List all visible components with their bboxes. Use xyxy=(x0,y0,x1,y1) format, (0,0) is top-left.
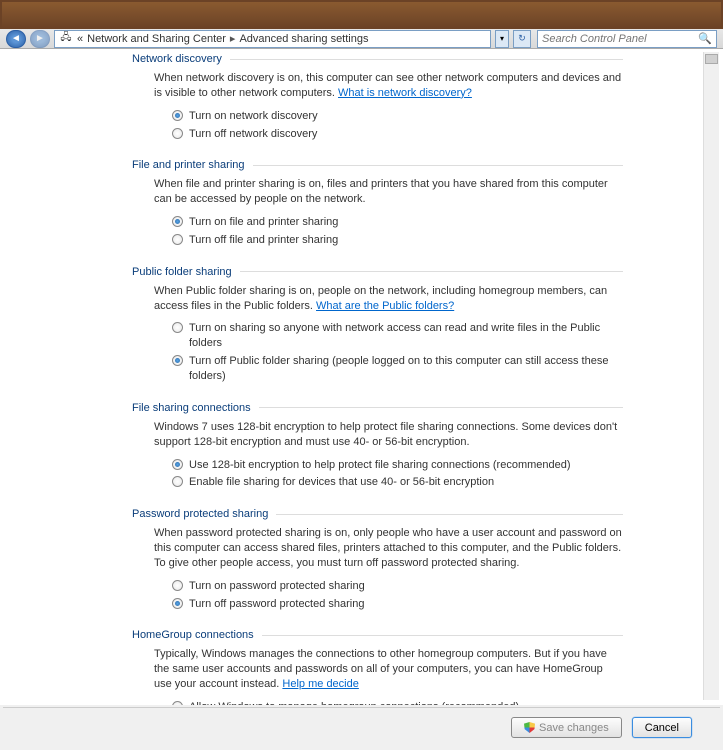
radio-label[interactable]: Turn off password protected sharing xyxy=(189,597,364,612)
breadcrumb-sep: « xyxy=(77,33,83,45)
section-description: When network discovery is on, this compu… xyxy=(154,71,623,101)
radio-label[interactable]: Turn off file and printer sharing xyxy=(189,233,338,248)
section-title: Network discovery xyxy=(132,53,222,65)
radio-password-off[interactable] xyxy=(172,598,183,609)
section-network-discovery: Network discovery When network discovery… xyxy=(138,53,623,141)
section-homegroup-connections: HomeGroup connections Typically, Windows… xyxy=(138,629,623,705)
scrollbar[interactable] xyxy=(703,52,719,700)
radio-label[interactable]: Turn on network discovery xyxy=(189,109,318,124)
search-box[interactable]: 🔍 xyxy=(537,30,717,48)
main-content: Network discovery When network discovery… xyxy=(0,49,723,705)
radio-label[interactable]: Allow Windows to manage homegroup connec… xyxy=(189,700,519,705)
radio-file-printer-off[interactable] xyxy=(172,234,183,245)
section-title: HomeGroup connections xyxy=(132,629,254,641)
breadcrumb-sep: ▸ xyxy=(230,32,236,45)
scroll-thumb[interactable] xyxy=(705,54,718,64)
radio-encryption-40-56[interactable] xyxy=(172,476,183,487)
search-icon: 🔍 xyxy=(698,32,712,45)
section-file-sharing-connections: File sharing connections Windows 7 uses … xyxy=(138,402,623,490)
section-description: When password protected sharing is on, o… xyxy=(154,526,623,571)
radio-label[interactable]: Turn off Public folder sharing (people l… xyxy=(189,354,623,384)
back-button[interactable]: ◄ xyxy=(6,30,26,48)
breadcrumb-item-nsc[interactable]: Network and Sharing Center xyxy=(87,33,226,45)
radio-homegroup-windows[interactable] xyxy=(172,701,183,705)
control-panel-icon: 🖧 xyxy=(59,32,73,46)
radio-file-printer-on[interactable] xyxy=(172,216,183,227)
section-public-folder-sharing: Public folder sharing When Public folder… xyxy=(138,266,623,384)
link-help-me-decide[interactable]: Help me decide xyxy=(282,678,358,690)
shield-icon xyxy=(524,722,535,733)
address-bar: ◄ ► 🖧 « Network and Sharing Center ▸ Adv… xyxy=(0,29,723,49)
radio-label[interactable]: Use 128-bit encryption to help protect f… xyxy=(189,458,571,473)
radio-encryption-128[interactable] xyxy=(172,459,183,470)
section-description: Windows 7 uses 128-bit encryption to hel… xyxy=(154,420,623,450)
link-what-is-network-discovery[interactable]: What is network discovery? xyxy=(338,87,472,99)
radio-label[interactable]: Enable file sharing for devices that use… xyxy=(189,475,494,490)
section-title: File and printer sharing xyxy=(132,159,245,171)
radio-network-discovery-off[interactable] xyxy=(172,128,183,139)
radio-label[interactable]: Turn on file and printer sharing xyxy=(189,215,338,230)
forward-button[interactable]: ► xyxy=(30,30,50,48)
radio-public-folder-on[interactable] xyxy=(172,322,183,333)
section-title: File sharing connections xyxy=(132,402,251,414)
radio-network-discovery-on[interactable] xyxy=(172,110,183,121)
radio-password-on[interactable] xyxy=(172,580,183,591)
breadcrumb-item-advanced[interactable]: Advanced sharing settings xyxy=(239,33,368,45)
search-input[interactable] xyxy=(542,33,698,45)
section-description: When file and printer sharing is on, fil… xyxy=(154,177,623,207)
radio-public-folder-off[interactable] xyxy=(172,355,183,366)
save-changes-button[interactable]: Save changes xyxy=(511,717,622,738)
link-what-are-public-folders[interactable]: What are the Public folders? xyxy=(316,300,454,312)
section-title: Password protected sharing xyxy=(132,508,268,520)
breadcrumb[interactable]: 🖧 « Network and Sharing Center ▸ Advance… xyxy=(54,30,491,48)
radio-label[interactable]: Turn on password protected sharing xyxy=(189,579,365,594)
path-dropdown[interactable]: ▾ xyxy=(495,30,509,48)
section-description: Typically, Windows manages the connectio… xyxy=(154,647,623,692)
radio-label[interactable]: Turn off network discovery xyxy=(189,127,317,142)
section-title: Public folder sharing xyxy=(132,266,232,278)
radio-label[interactable]: Turn on sharing so anyone with network a… xyxy=(189,321,623,351)
footer: Save changes Cancel xyxy=(3,707,720,747)
section-description: When Public folder sharing is on, people… xyxy=(154,284,623,314)
section-password-protected-sharing: Password protected sharing When password… xyxy=(138,508,623,611)
section-file-printer-sharing: File and printer sharing When file and p… xyxy=(138,159,623,247)
cancel-button[interactable]: Cancel xyxy=(632,717,692,738)
refresh-button[interactable]: ↻ xyxy=(513,30,531,48)
